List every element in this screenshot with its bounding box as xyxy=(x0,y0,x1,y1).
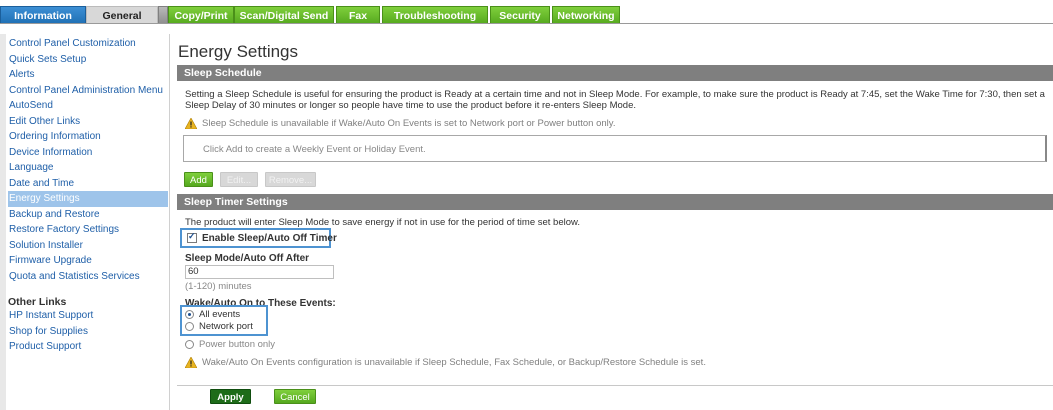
radio-all-events[interactable] xyxy=(185,310,194,319)
schedule-event-list[interactable]: Click Add to create a Weekly Event or Ho… xyxy=(183,135,1047,162)
sidebar-item-energy-settings[interactable]: Energy Settings xyxy=(8,191,168,207)
top-tab-bar: Information General Copy/Print Scan/Digi… xyxy=(0,0,1053,24)
sleep-timer-description: The product will enter Sleep Mode to sav… xyxy=(185,217,580,228)
radio-network-port-label: Network port xyxy=(199,321,253,332)
tab-bar-underline xyxy=(0,23,1053,24)
footer-divider xyxy=(177,385,1053,386)
sidebar-list: Control Panel Customization Quick Sets S… xyxy=(8,36,168,284)
tab-separator xyxy=(158,6,168,24)
auto-off-hint: (1-120) minutes xyxy=(185,281,252,292)
sidebar-item-firmware-upgrade[interactable]: Firmware Upgrade xyxy=(8,253,168,269)
sidebar-item-edit-other-links[interactable]: Edit Other Links xyxy=(8,114,168,130)
tab-networking[interactable]: Networking xyxy=(552,6,620,24)
tab-copy-print[interactable]: Copy/Print xyxy=(168,6,234,24)
enable-sleep-timer-checkbox[interactable] xyxy=(187,231,197,243)
cancel-button[interactable]: Cancel xyxy=(274,389,316,404)
tab-security[interactable]: Security xyxy=(490,6,550,24)
edit-button[interactable]: Edit... xyxy=(220,172,258,187)
tab-fax[interactable]: Fax xyxy=(336,6,380,24)
enable-sleep-timer-label: Enable Sleep/Auto Off Timer xyxy=(202,233,337,244)
sidebar-item-ordering-information[interactable]: Ordering Information xyxy=(8,129,168,145)
sidebar-item-quick-sets-setup[interactable]: Quick Sets Setup xyxy=(8,52,168,68)
radio-power-button-only-label: Power button only xyxy=(199,339,276,350)
tab-information[interactable]: Information xyxy=(0,6,86,24)
other-link-product-support[interactable]: Product Support xyxy=(8,339,168,355)
sleep-schedule-description: Setting a Sleep Schedule is useful for e… xyxy=(185,89,1045,111)
sleep-schedule-header: Sleep Schedule xyxy=(177,65,1053,81)
sidebar-item-alerts[interactable]: Alerts xyxy=(8,67,168,83)
other-links-heading: Other Links xyxy=(8,296,67,308)
other-links-list: HP Instant Support Shop for Supplies Pro… xyxy=(8,308,168,355)
sidebar-item-restore-factory-settings[interactable]: Restore Factory Settings xyxy=(8,222,168,238)
sidebar-item-backup-and-restore[interactable]: Backup and Restore xyxy=(8,207,168,223)
auto-off-minutes-input[interactable]: 60 xyxy=(185,265,334,279)
add-button[interactable]: Add xyxy=(184,172,213,187)
sleep-schedule-warning-text: Sleep Schedule is unavailable if Wake/Au… xyxy=(202,118,616,129)
tab-troubleshooting[interactable]: Troubleshooting xyxy=(382,6,488,24)
sidebar-item-control-panel-administration-menu[interactable]: Control Panel Administration Menu xyxy=(8,83,168,99)
tab-general[interactable]: General xyxy=(86,6,158,24)
sidebar-item-language[interactable]: Language xyxy=(8,160,168,176)
sleep-schedule-warning: Sleep Schedule is unavailable if Wake/Au… xyxy=(185,118,985,130)
radio-all-events-label: All events xyxy=(199,309,241,320)
apply-button[interactable]: Apply xyxy=(210,389,251,404)
sidebar-item-control-panel-customization[interactable]: Control Panel Customization xyxy=(8,36,168,52)
main-content: Energy Settings Sleep Schedule Setting a… xyxy=(177,34,1053,410)
radio-network-port[interactable] xyxy=(185,322,194,331)
remove-button[interactable]: Remove... xyxy=(265,172,316,187)
page-title: Energy Settings xyxy=(178,42,299,61)
warning-icon xyxy=(185,357,197,368)
other-link-shop-for-supplies[interactable]: Shop for Supplies xyxy=(8,324,168,340)
auto-off-label: Sleep Mode/Auto Off After xyxy=(185,253,310,264)
wake-events-warning-text: Wake/Auto On Events configuration is una… xyxy=(202,357,706,368)
sidebar-item-solution-installer[interactable]: Solution Installer xyxy=(8,238,168,254)
warning-icon xyxy=(185,118,197,129)
sidebar-item-device-information[interactable]: Device Information xyxy=(8,145,168,161)
tab-scan-digital-send[interactable]: Scan/Digital Send xyxy=(234,6,334,24)
sidebar: Control Panel Customization Quick Sets S… xyxy=(0,34,170,410)
other-link-hp-instant-support[interactable]: HP Instant Support xyxy=(8,308,168,324)
sleep-timer-header: Sleep Timer Settings xyxy=(177,194,1053,210)
sidebar-item-date-and-time[interactable]: Date and Time xyxy=(8,176,168,192)
event-list-empty-text: Click Add to create a Weekly Event or Ho… xyxy=(203,144,426,155)
sidebar-item-autosend[interactable]: AutoSend xyxy=(8,98,168,114)
wake-events-warning: Wake/Auto On Events configuration is una… xyxy=(185,357,985,369)
sidebar-item-quota-and-statistics-services[interactable]: Quota and Statistics Services xyxy=(8,269,168,285)
radio-power-button-only[interactable] xyxy=(185,340,194,349)
